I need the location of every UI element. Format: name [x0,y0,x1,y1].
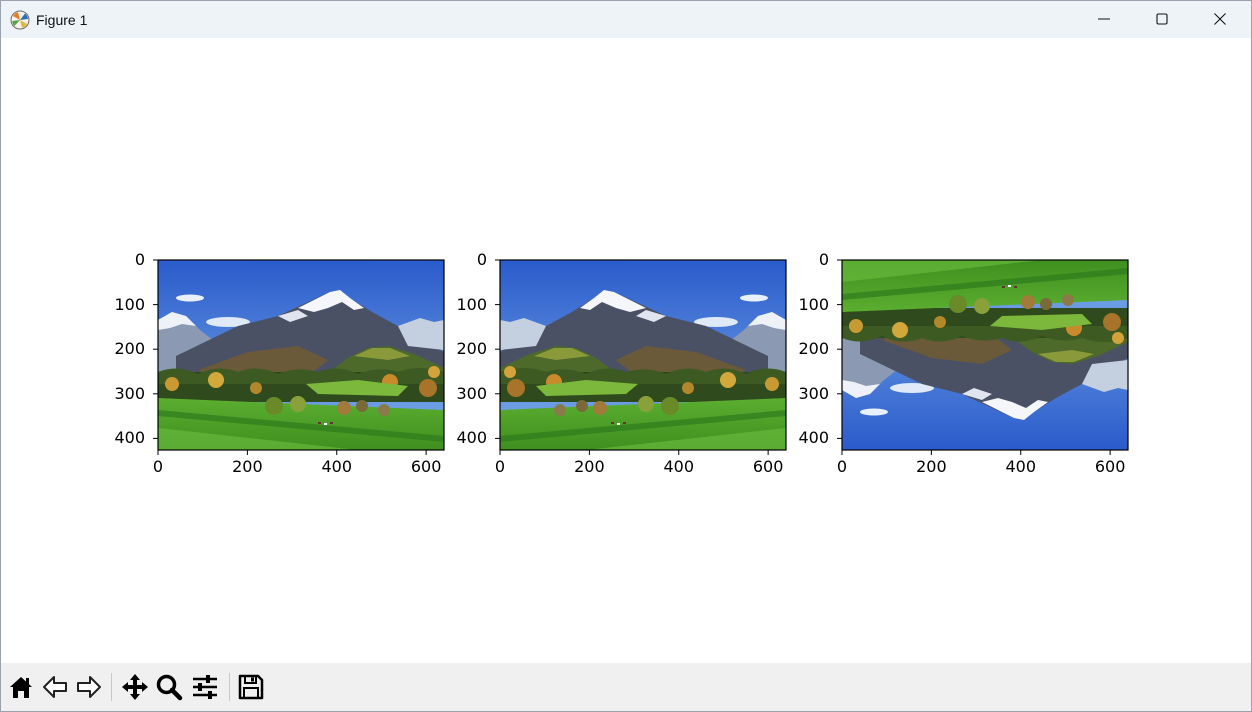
y-tick-label: 200 [798,339,829,359]
x-tick-label: 400 [663,457,695,476]
move-icon [122,674,148,700]
x-tick-label: 0 [836,457,848,476]
window-title: Figure 1 [36,12,88,28]
figure-canvas[interactable]: 0 100 200 300 400 0 200 400 600 0 100 200 300 400 0 200… [1,38,1251,663]
y-tick-label: 400 [456,428,487,448]
figure-window: Figure 1 0 100 200 300 400 0 200 400 600… [0,0,1252,712]
floppy-disk-icon [238,674,264,700]
y-tick-label: 0 [134,250,145,269]
save-button[interactable] [235,671,267,703]
image-flipped-horizontal [495,259,787,455]
close-button[interactable] [1192,1,1250,38]
back-arrow-icon [43,676,67,698]
zoom-button[interactable] [153,671,185,703]
title-bar: Figure 1 [1,1,1251,38]
y-tick-label: 400 [114,428,145,448]
x-tick-label: 600 [752,457,784,476]
maximize-icon [1156,13,1168,25]
minimize-button[interactable] [1076,1,1134,38]
close-icon [1214,13,1226,25]
x-tick-label: 200 [574,457,605,476]
pan-button[interactable] [119,671,151,703]
x-tick-label: 400 [1005,457,1037,476]
axes-flipped-vertical[interactable]: 0 100 200 300 400 0 200 400 600 [798,252,1129,475]
toolbar-separator [111,673,112,701]
maximize-button[interactable] [1134,1,1192,38]
y-tick-label: 300 [798,383,829,403]
back-button[interactable] [39,671,71,703]
forward-button[interactable] [73,671,105,703]
image-original [153,259,445,455]
image-flipped-vertical [837,259,1129,455]
sliders-icon [193,675,217,699]
x-tick-label: 0 [494,457,506,476]
y-tick-label: 300 [456,383,487,403]
y-tick-label: 0 [818,250,829,269]
matplotlib-logo-icon [10,10,30,30]
y-tick-label: 400 [798,428,829,448]
x-tick-label: 400 [321,457,353,476]
home-button[interactable] [5,671,37,703]
axes-original[interactable]: 0 100 200 300 400 0 200 400 600 [114,252,445,475]
x-tick-label: 0 [152,457,164,476]
y-tick-label: 100 [798,294,829,314]
y-tick-label: 300 [114,383,145,403]
y-tick-label: 100 [114,294,145,314]
x-tick-label: 600 [410,457,442,476]
y-tick-label: 0 [476,250,487,269]
x-tick-label: 200 [232,457,263,476]
y-tick-label: 200 [114,339,145,359]
navigation-toolbar [1,663,1251,711]
minimize-icon [1098,18,1110,20]
y-tick-label: 100 [456,294,487,314]
axes-flipped-horizontal[interactable]: 0 100 200 300 400 0 200 400 600 [456,252,787,475]
magnifier-icon [156,674,183,701]
home-icon [10,677,32,698]
y-tick-label: 200 [456,339,487,359]
x-tick-label: 600 [1094,457,1126,476]
toolbar-separator [229,673,230,701]
configure-subplots-button[interactable] [189,671,221,703]
forward-arrow-icon [77,676,101,698]
x-tick-label: 200 [916,457,947,476]
